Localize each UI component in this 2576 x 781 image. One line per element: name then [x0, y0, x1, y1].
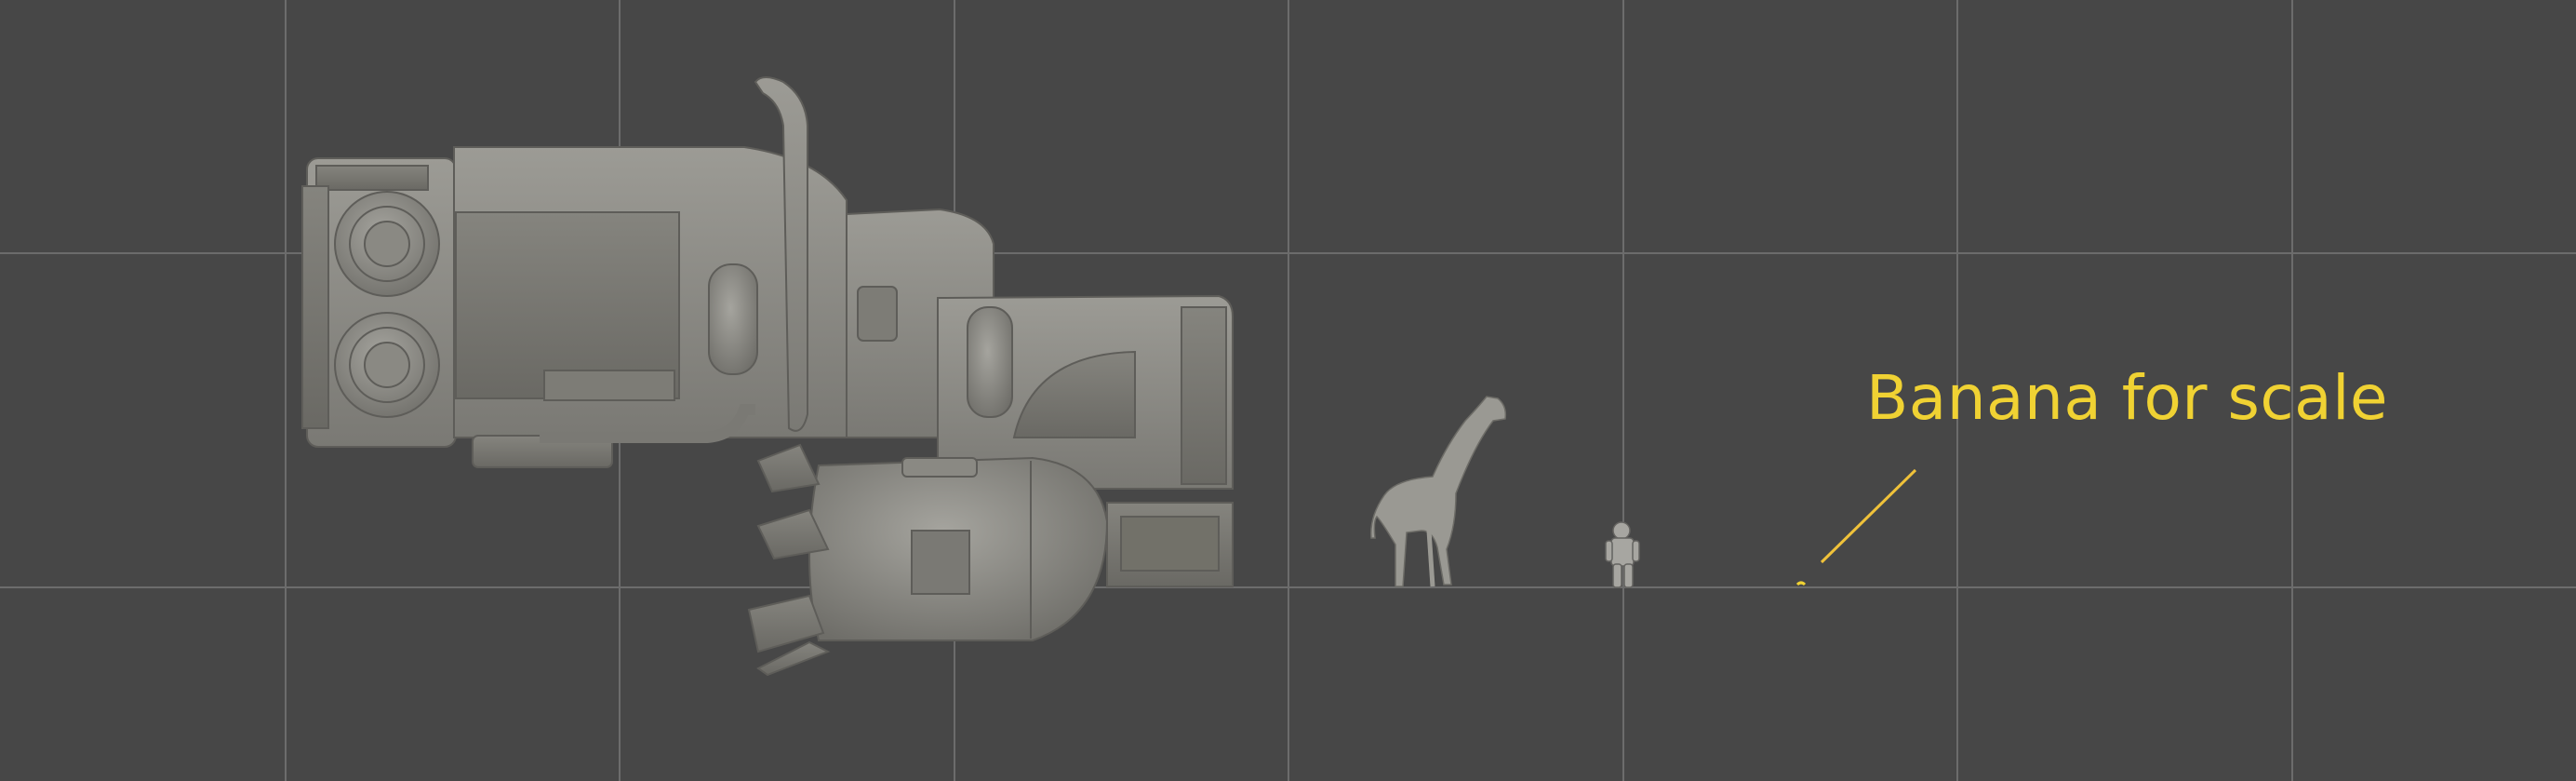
vent-icon [334, 191, 440, 297]
banana-for-scale-label: Banana for scale [1866, 362, 2389, 434]
banana-icon[interactable] [1795, 581, 1807, 586]
sci-fi-vehicle-icon[interactable] [301, 76, 1234, 677]
astronaut-icon[interactable] [1605, 521, 1640, 588]
annotation-pointer-line [1820, 468, 1917, 564]
giraffe-icon[interactable] [1370, 396, 1507, 587]
vent-icon [334, 312, 440, 418]
scene-viewport[interactable]: Banana for scale [0, 0, 2576, 781]
